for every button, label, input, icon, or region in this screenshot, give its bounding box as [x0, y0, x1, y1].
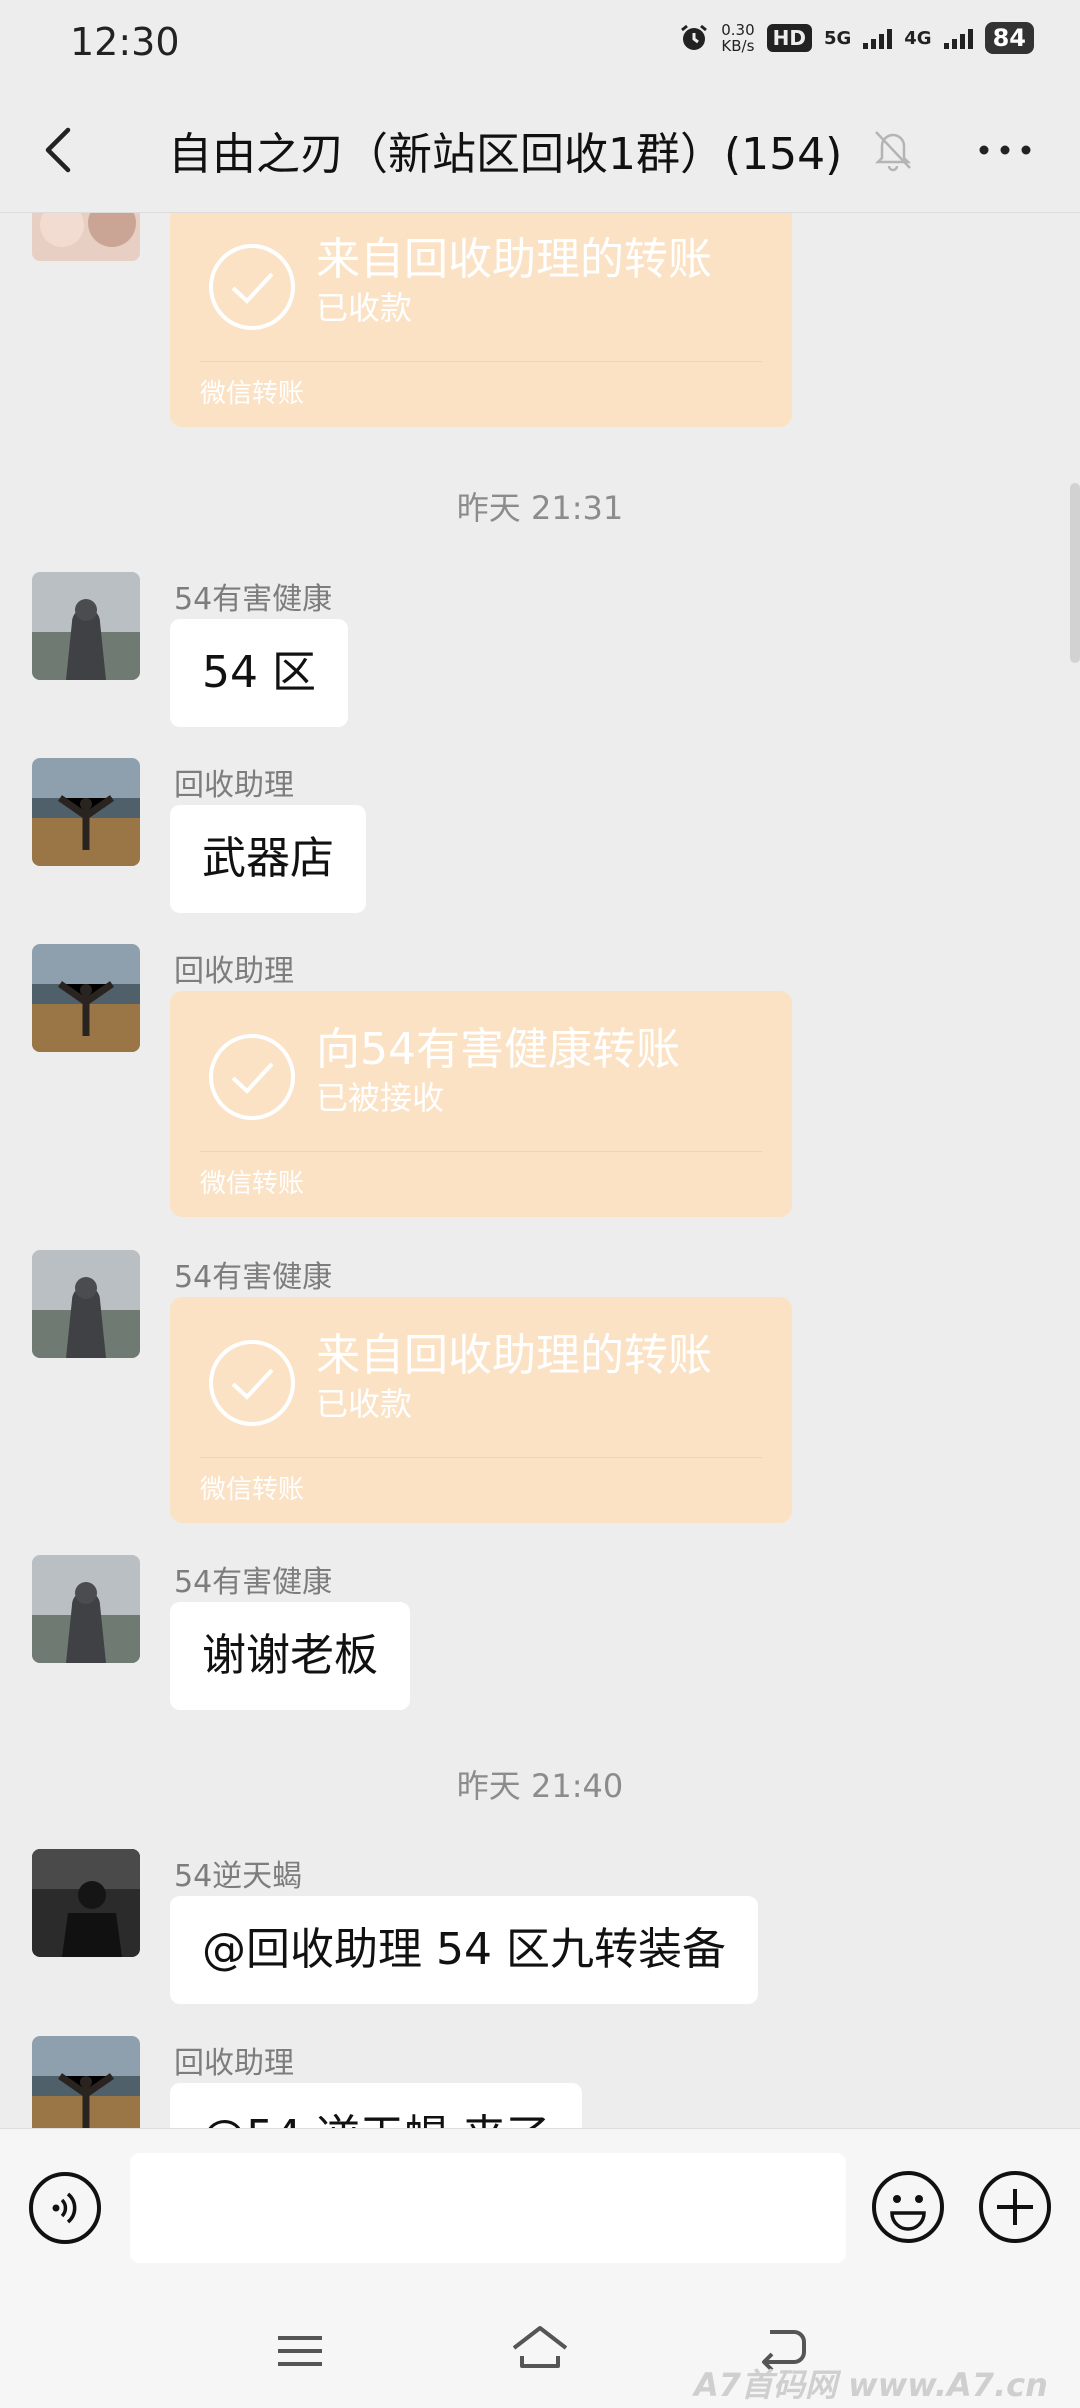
avatar[interactable]	[32, 758, 140, 866]
chat-title: 自由之刃（新站区回收1群）(154)	[168, 129, 843, 180]
transfer-status: 已被接收	[316, 1079, 445, 1117]
avatar[interactable]	[32, 1250, 140, 1358]
battery-indicator: 84	[984, 22, 1034, 54]
transfer-status: 已收款	[316, 1385, 413, 1423]
message-input[interactable]	[130, 2153, 846, 2263]
avatar[interactable]	[32, 572, 140, 680]
message-bubble[interactable]: 谢谢老板	[170, 1602, 410, 1710]
avatar[interactable]	[32, 1849, 140, 1957]
input-bar	[0, 2128, 1080, 2287]
avatar[interactable]	[32, 213, 140, 261]
timestamp: 昨天 21:40	[456, 1767, 624, 1805]
sender-name: 回收助理	[174, 2046, 294, 2081]
bell-muted-icon	[874, 131, 912, 172]
sender-name: 54有害健康	[174, 1260, 333, 1295]
transfer-title: 向54有害健康转账	[316, 1024, 680, 1075]
message-list[interactable]: 来自回收助理的转账 已收款 微信转账 昨天 21:31 54有害健康 54 区 …	[0, 213, 1080, 2128]
network-speed: 0.30 KB/s	[721, 21, 755, 55]
transfer-card[interactable]: 来自回收助理的转账 已收款 微信转账	[170, 1297, 792, 1523]
avatar[interactable]	[32, 2036, 140, 2128]
system-nav-bar: A7首码网 www.A7.cn	[0, 2286, 1080, 2408]
signal-4g-icon	[943, 27, 973, 49]
signal-5g-icon	[863, 27, 893, 49]
transfer-label: 微信转账	[200, 379, 305, 409]
check-circle-icon	[209, 1034, 295, 1120]
transfer-title: 来自回收助理的转账	[316, 1330, 712, 1381]
status-icons: 0.30 KB/s HD 5G 4G 84	[679, 22, 1034, 54]
status-bar: 12:30 0.30 KB/s HD 5G 4G 84	[0, 0, 1080, 88]
net-4g: 4G	[904, 27, 932, 49]
transfer-card[interactable]: 来自回收助理的转账 已收款 微信转账	[170, 213, 792, 427]
sender-name: 回收助理	[174, 768, 294, 803]
divider	[200, 1151, 762, 1152]
watermark: A7首码网 www.A7.cn	[694, 2366, 1048, 2404]
alarm-icon	[681, 24, 708, 50]
net-5g: 5G	[823, 27, 852, 49]
home-icon[interactable]	[508, 2318, 572, 2378]
check-circle-icon	[209, 1340, 295, 1426]
message-bubble[interactable]: 武器店	[170, 805, 366, 913]
status-time: 12:30	[70, 20, 180, 64]
transfer-label: 微信转账	[200, 1475, 305, 1505]
hd-badge: HD	[766, 24, 812, 52]
sender-name: 回收助理	[174, 954, 294, 989]
back-icon[interactable]	[30, 120, 90, 180]
timestamp: 昨天 21:31	[456, 489, 624, 527]
divider	[200, 1457, 762, 1458]
message-bubble[interactable]: 54 区	[170, 619, 348, 727]
transfer-status: 已收款	[316, 289, 413, 327]
message-bubble[interactable]: @回收助理 54 区九转装备	[170, 1896, 758, 2004]
divider	[200, 361, 762, 362]
sender-name: 54有害健康	[174, 582, 333, 617]
more-icon[interactable]	[970, 120, 1040, 180]
message-bubble[interactable]: @54 逆天蝎 来了	[170, 2083, 582, 2128]
check-circle-icon	[209, 244, 295, 330]
transfer-title: 来自回收助理的转账	[316, 234, 712, 285]
plus-icon[interactable]	[977, 2169, 1053, 2245]
transfer-label: 微信转账	[200, 1169, 305, 1199]
avatar[interactable]	[32, 944, 140, 1052]
sender-name: 54有害健康	[174, 1565, 333, 1600]
menu-icon[interactable]	[270, 2326, 330, 2376]
sender-name: 54逆天蝎	[174, 1859, 303, 1894]
emoji-icon[interactable]	[870, 2169, 946, 2245]
chat-header: 自由之刃（新站区回收1群）(154)	[0, 88, 1080, 213]
transfer-card[interactable]: 向54有害健康转账 已被接收 微信转账	[170, 991, 792, 1217]
voice-icon[interactable]	[28, 2171, 102, 2245]
avatar[interactable]	[32, 1555, 140, 1663]
